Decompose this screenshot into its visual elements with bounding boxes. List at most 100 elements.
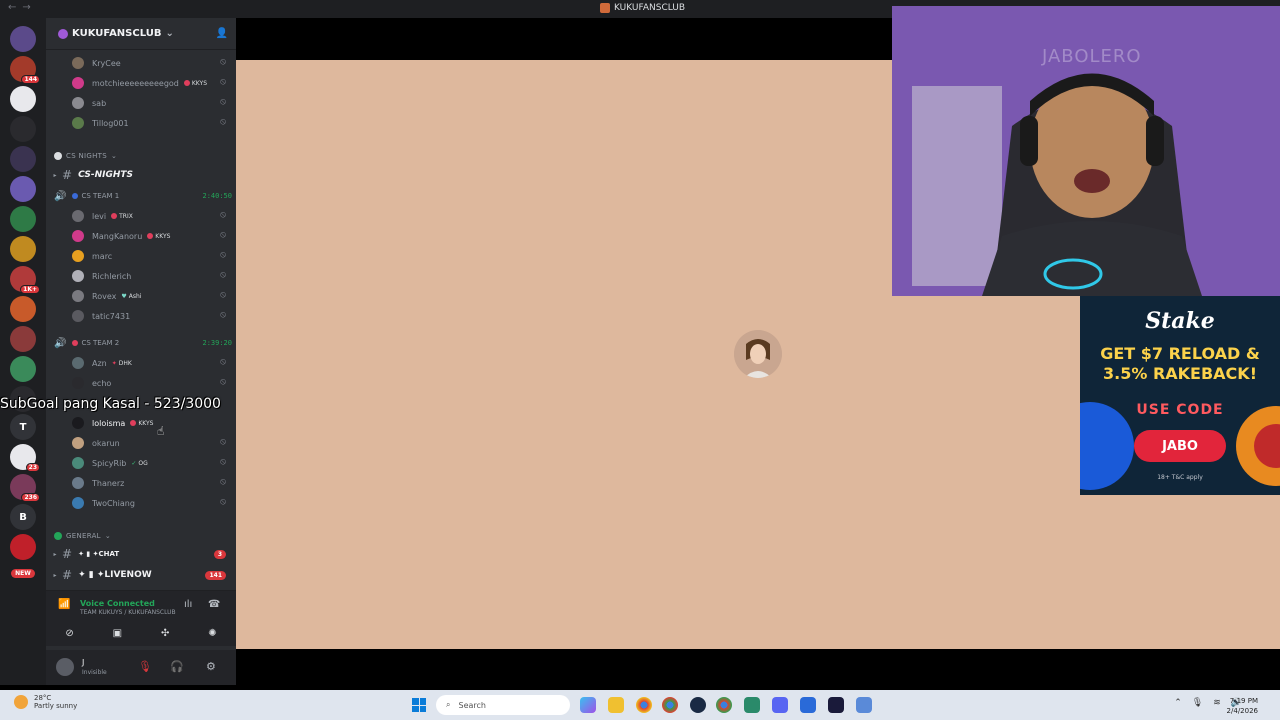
server-icon[interactable] — [10, 236, 36, 262]
chrome-icon[interactable] — [662, 697, 678, 713]
avatar[interactable] — [56, 658, 74, 676]
server-icon[interactable] — [10, 356, 36, 382]
discord-icon[interactable] — [772, 697, 788, 713]
screen-share-icon[interactable]: ▣ — [113, 628, 122, 639]
app-icon[interactable] — [744, 697, 760, 713]
server-icon[interactable] — [10, 326, 36, 352]
new-badge[interactable]: NEW — [10, 560, 36, 586]
unread-badge: 144 — [21, 75, 40, 84]
webcam-overlay: JABOLERO — [892, 6, 1280, 296]
server-icon-avatar[interactable] — [10, 26, 36, 52]
weather-text: 28°C Partly sunny — [34, 694, 78, 710]
mic-muted-icon[interactable]: 🎙 — [138, 660, 152, 673]
user-tag: KKYS — [130, 420, 153, 427]
server-letter-icon[interactable]: B — [10, 504, 36, 530]
voice-user[interactable]: levi TRIX ⦸ — [72, 207, 232, 225]
activities-icon[interactable]: ✣ — [161, 628, 169, 639]
server-letter-icon[interactable]: T — [10, 414, 36, 440]
voice-user[interactable]: Azn ✦ DHK ⦸ — [72, 354, 232, 372]
voice-user[interactable]: tatic7431 ⦸ — [72, 307, 232, 325]
window-title-text: KUKUFANSCLUB — [614, 3, 686, 13]
windows-start-icon[interactable] — [412, 698, 426, 712]
channel-chat[interactable]: ▸ # ✦ ▮ ✦CHAT 3 — [50, 545, 232, 563]
voice-user[interactable]: KryCee ⦸ — [72, 54, 232, 72]
voice-user[interactable]: Rovex ♥ Ashi ⦸ — [72, 287, 232, 305]
microphone-icon[interactable]: 🎙 — [1192, 698, 1203, 708]
user-name: motchieeeeeeeeegod — [92, 78, 179, 88]
back-forward-icon[interactable]: ←→ — [8, 2, 37, 13]
chrome-icon[interactable] — [716, 697, 732, 713]
voice-channel-cs-team-1[interactable]: 🔊 CS TEAM 1 2:40:50 — [54, 188, 232, 204]
speaker-avatar[interactable] — [734, 330, 782, 378]
voice-location[interactable]: TEAM KUKUYS / KUKUFANSCLUB — [80, 609, 176, 616]
server-icon[interactable]: 1K+ — [10, 266, 40, 294]
camera-off-icon[interactable]: ⊘ — [65, 628, 73, 639]
snipping-tool-icon[interactable] — [856, 697, 872, 713]
avatar — [72, 77, 84, 89]
ad-brand: Stake — [1145, 308, 1215, 334]
copilot-icon[interactable] — [580, 697, 596, 713]
file-explorer-icon[interactable] — [608, 697, 624, 713]
voice-status[interactable]: Voice Connected — [80, 599, 155, 608]
server-icon[interactable] — [10, 534, 36, 560]
voice-user[interactable]: Tillog001 ⦸ — [72, 114, 232, 132]
server-icon[interactable] — [10, 146, 36, 172]
weather-widget[interactable]: 28°C Partly sunny — [14, 694, 77, 710]
server-icon[interactable] — [10, 296, 36, 322]
voice-user[interactable]: okarun ⦸ — [72, 434, 232, 452]
hash-icon: # — [62, 568, 73, 582]
disconnect-icon[interactable]: ☎ — [208, 599, 220, 610]
channel-cs-nights[interactable]: ▸ # CS-NIGHTS — [50, 166, 232, 184]
invite-people-icon[interactable]: 👤 — [216, 28, 228, 39]
voice-user[interactable]: SpicyRib ✓ OG ⦸ — [72, 454, 232, 472]
voice-user[interactable]: Thanerz ⦸ — [72, 474, 232, 492]
avatar — [72, 497, 84, 509]
server-icon[interactable]: 236 — [10, 474, 40, 502]
user-tag: KKYS — [183, 80, 207, 87]
promo-code-button[interactable]: JABO — [1134, 430, 1226, 462]
taskbar-clock[interactable]: 7:19 PM 2/4/2026 — [1227, 696, 1258, 716]
signal-icon: 📶 — [58, 599, 71, 610]
channel-livenow[interactable]: ▸ # ✦ ▮ ✦LIVENOW 141 — [50, 566, 232, 584]
sponsor-ad[interactable]: Stake GET $7 RELOAD & 3.5% RAKEBACK! USE… — [1080, 296, 1280, 495]
mute-icon: ⦸ — [220, 230, 226, 240]
category-general[interactable]: GENERAL ⌄ — [54, 532, 111, 540]
server-icon[interactable] — [10, 86, 36, 112]
arrow-icon: ▸ — [53, 550, 57, 558]
mute-icon: ⦸ — [220, 210, 226, 220]
visual-studio-icon[interactable] — [828, 697, 844, 713]
server-icon[interactable] — [10, 116, 36, 142]
server-header[interactable]: KUKUFANSCLUB ⌄ 👤 — [46, 18, 236, 50]
flame-icon — [147, 233, 154, 239]
voice-user[interactable]: MangKanoru KKYS ⦸ — [72, 227, 232, 245]
server-icon[interactable]: 144 — [10, 56, 40, 84]
channel-sidebar: KUKUFANSCLUB ⌄ 👤 KryCee ⦸ motchieeeeeeeee… — [46, 18, 236, 685]
server-icon[interactable]: 23 — [10, 444, 40, 472]
server-icon[interactable] — [10, 176, 36, 202]
soundboard-icon[interactable]: ✺ — [208, 628, 216, 639]
user-tag: ✓ OG — [131, 459, 148, 467]
category-cs-nights[interactable]: CS NIGHTS ⌄ — [54, 152, 117, 160]
server-icon[interactable] — [10, 206, 36, 232]
wifi-icon[interactable]: ≋ — [1213, 698, 1221, 708]
chrome-icon[interactable] — [636, 697, 652, 713]
voice-user[interactable]: marc ⦸ — [72, 247, 232, 265]
voice-user[interactable]: Richlerich ⦸ — [72, 267, 232, 285]
voice-user[interactable]: motchieeeeeeeeegod KKYS ⦸ — [72, 74, 232, 92]
voice-user[interactable]: TwoChiang ⦸ — [72, 494, 232, 512]
taskbar-search[interactable]: ⌕ Search — [436, 695, 570, 715]
headphones-icon[interactable]: 🎧 — [170, 660, 184, 673]
avatar — [72, 210, 84, 222]
user-name: Richlerich — [92, 271, 132, 281]
steam-icon[interactable] — [690, 697, 706, 713]
noise-suppression-icon[interactable]: ılı — [184, 599, 192, 610]
notepad-icon[interactable] — [800, 697, 816, 713]
voice-actions: ⊘ ▣ ✣ ✺ — [46, 620, 236, 646]
avatar — [72, 357, 84, 369]
voice-user[interactable]: loloisma KKYS — [72, 414, 232, 432]
chevron-up-icon[interactable]: ⌃ — [1174, 698, 1182, 708]
voice-user[interactable]: sab ⦸ — [72, 94, 232, 112]
settings-gear-icon[interactable]: ⚙ — [206, 660, 216, 673]
voice-user[interactable]: echo ⦸ — [72, 374, 232, 392]
voice-channel-cs-team-2[interactable]: 🔊 CS TEAM 2 2:39:20 — [54, 335, 232, 351]
